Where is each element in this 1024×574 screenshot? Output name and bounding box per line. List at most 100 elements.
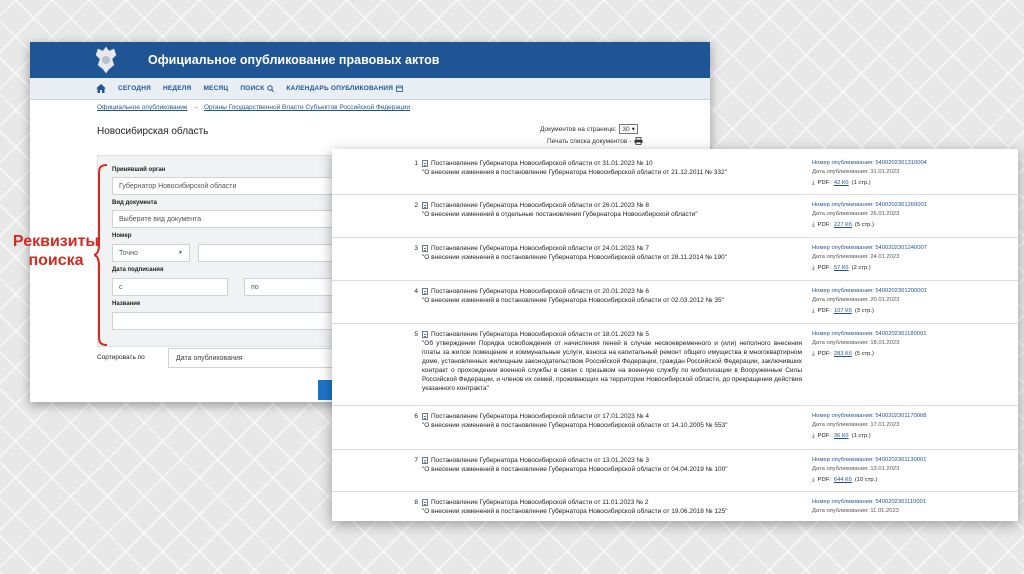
- result-body: Постановление Губернатора Новосибирской …: [422, 456, 802, 474]
- pdf-size-link[interactable]: 227 Кб: [834, 221, 852, 230]
- search-form: Принявший орган Губернатор Новосибирской…: [97, 155, 358, 347]
- coat-of-arms-icon: [95, 46, 117, 74]
- docs-per-page-value: 30: [622, 125, 630, 133]
- nav-search-label: ПОИСК: [240, 85, 265, 92]
- signing-date-label: Дата подписания: [112, 267, 164, 273]
- result-title: Постановление Губернатора Новосибирской …: [431, 499, 649, 506]
- breadcrumb: Официальное опубликование → Органы Госуд…: [97, 104, 410, 111]
- download-icon: ⤓: [812, 265, 815, 271]
- result-row: 4 Постановление Губернатора Новосибирско…: [332, 281, 1018, 324]
- result-title: Постановление Губернатора Новосибирской …: [431, 202, 649, 209]
- result-title: Постановление Губернатора Новосибирской …: [431, 457, 649, 464]
- search-icon: [267, 85, 275, 92]
- authority-field[interactable]: Губернатор Новосибирской области: [112, 177, 358, 195]
- nav-search[interactable]: ПОИСК: [240, 85, 275, 92]
- docs-per-page-select[interactable]: 30 ▾: [619, 124, 638, 134]
- publication-number: Номер опубликования: 5400202301260001: [812, 202, 927, 208]
- pdf-download: ⤓ PDF: 283 Кб (5 стр.): [812, 350, 1012, 359]
- date-from-field[interactable]: с: [112, 278, 228, 296]
- result-title-row[interactable]: Постановление Губернатора Новосибирской …: [422, 159, 802, 168]
- print-list-link[interactable]: Печать списка документов -: [547, 137, 643, 145]
- download-icon: ⤓: [812, 222, 815, 228]
- pdf-pages: (5 стр.): [854, 351, 874, 357]
- pdf-label: PDF:: [817, 265, 831, 271]
- doctype-field[interactable]: Выберите вид документа: [112, 210, 358, 228]
- result-title-row[interactable]: Постановление Губернатора Новосибирской …: [422, 244, 802, 253]
- print-list-label: Печать списка документов -: [547, 137, 632, 145]
- result-row: 8 Постановление Губернатора Новосибирско…: [332, 492, 1018, 521]
- authority-label: Принявший орган: [112, 167, 166, 173]
- nav-home[interactable]: [96, 84, 106, 93]
- pdf-pages: (5 стр.): [854, 222, 874, 228]
- pdf-download: ⤓ PDF: 107 Кб (3 стр.): [812, 307, 1012, 316]
- publication-number: Номер опубликования: 5400202301110001: [812, 499, 927, 505]
- nav-calendar[interactable]: КАЛЕНДАРЬ ОПУБЛИКОВАНИЯ: [286, 85, 403, 92]
- result-title-row[interactable]: Постановление Губернатора Новосибирской …: [422, 412, 802, 421]
- result-title: Постановление Губернатора Новосибирской …: [431, 245, 649, 252]
- number-label: Номер: [112, 233, 132, 239]
- result-title: Постановление Губернатора Новосибирской …: [431, 331, 649, 338]
- number-mode-select[interactable]: Точно ▼: [112, 244, 190, 262]
- breadcrumb-arrow: →: [192, 104, 199, 111]
- publication-number: Номер опубликования: 5400202301200001: [812, 288, 927, 294]
- pdf-size-link[interactable]: 107 Кб: [834, 307, 852, 316]
- result-row: 6 Постановление Губернатора Новосибирско…: [332, 406, 1018, 450]
- breadcrumb-root[interactable]: Официальное опубликование: [97, 104, 187, 111]
- result-description: "О внесении изменений в постановление Гу…: [422, 508, 728, 515]
- result-description: "О внесении изменений в постановление Гу…: [422, 422, 728, 429]
- publication-date: Дата опубликования: 18.01.2023: [812, 339, 900, 346]
- publication-date: Дата опубликования: 11.01.2023: [812, 507, 899, 514]
- result-meta: Номер опубликования: 5400202301200001 Да…: [812, 287, 1012, 316]
- chevron-down-icon: ▾: [631, 126, 635, 133]
- pdf-size-link[interactable]: 644 Кб: [834, 476, 852, 485]
- result-title-row[interactable]: Постановление Губернатора Новосибирской …: [422, 330, 802, 339]
- document-icon: [422, 288, 428, 295]
- nav-today[interactable]: СЕГОДНЯ: [118, 85, 151, 92]
- result-title-row[interactable]: Постановление Губернатора Новосибирской …: [422, 201, 802, 210]
- publication-number: Номер опубликования: 5400202301130001: [812, 457, 927, 463]
- result-description: "О внесении изменений в постановление Гу…: [422, 254, 728, 261]
- result-meta: Номер опубликования: 5400202301170008 Да…: [812, 412, 1012, 441]
- pdf-label: PDF:: [817, 433, 831, 439]
- publication-date: Дата опубликования: 17.01.2023: [812, 421, 900, 428]
- result-row: 7 Постановление Губернатора Новосибирско…: [332, 450, 1018, 492]
- nav-week[interactable]: НЕДЕЛЯ: [163, 85, 191, 92]
- breadcrumb-current[interactable]: Органы Государственной Власти Субъектов …: [204, 104, 410, 111]
- result-meta: Номер опубликования: 5400202301310004 Да…: [812, 159, 1012, 188]
- pdf-label: PDF:: [817, 180, 831, 186]
- pdf-pages: (3 стр.): [854, 308, 874, 314]
- annotation-label: Реквизиты поиска: [4, 232, 108, 270]
- name-field[interactable]: [112, 312, 358, 330]
- result-number: 4: [414, 288, 418, 295]
- caret-down-icon: ▼: [178, 250, 183, 256]
- result-number: 7: [414, 457, 418, 464]
- sort-select[interactable]: Дата опубликования: [168, 348, 357, 368]
- pdf-label: PDF:: [817, 308, 831, 314]
- pdf-download: ⤓ PDF: 42 Кб (1 стр.): [812, 179, 1012, 188]
- pdf-pages: (1 стр.): [851, 180, 871, 186]
- document-icon: [422, 202, 428, 209]
- result-title-row[interactable]: Постановление Губернатора Новосибирской …: [422, 456, 802, 465]
- result-title-row[interactable]: Постановление Губернатора Новосибирской …: [422, 287, 802, 296]
- pdf-download: ⤓ PDF: 227 Кб (5 стр.): [812, 221, 1012, 230]
- results-window: 1 Постановление Губернатора Новосибирско…: [332, 149, 1018, 521]
- result-body: Постановление Губернатора Новосибирской …: [422, 498, 802, 516]
- result-title-row[interactable]: Постановление Губернатора Новосибирской …: [422, 498, 802, 507]
- result-description: "О внесении изменения в постановление Гу…: [422, 169, 727, 176]
- name-label: Название: [112, 301, 141, 307]
- result-number: 8: [414, 499, 418, 506]
- document-icon: [422, 457, 428, 464]
- result-number: 1: [414, 160, 418, 167]
- pdf-size-link[interactable]: 57 Кб: [834, 264, 849, 273]
- result-body: Постановление Губернатора Новосибирской …: [422, 287, 802, 305]
- site-header: Официальное опубликование правовых актов: [30, 42, 710, 78]
- result-number: 6: [414, 413, 418, 420]
- pdf-size-link[interactable]: 283 Кб: [834, 350, 852, 359]
- site-title: Официальное опубликование правовых актов: [148, 53, 440, 67]
- download-icon: ⤓: [812, 433, 815, 439]
- pdf-download: ⤓ PDF: 36 Кб (1 стр.): [812, 432, 1012, 441]
- pdf-size-link[interactable]: 36 Кб: [834, 432, 849, 441]
- nav-month[interactable]: МЕСЯЦ: [203, 85, 228, 92]
- docs-per-page-label: Документов на странице:: [540, 125, 617, 133]
- pdf-size-link[interactable]: 42 Кб: [834, 179, 849, 188]
